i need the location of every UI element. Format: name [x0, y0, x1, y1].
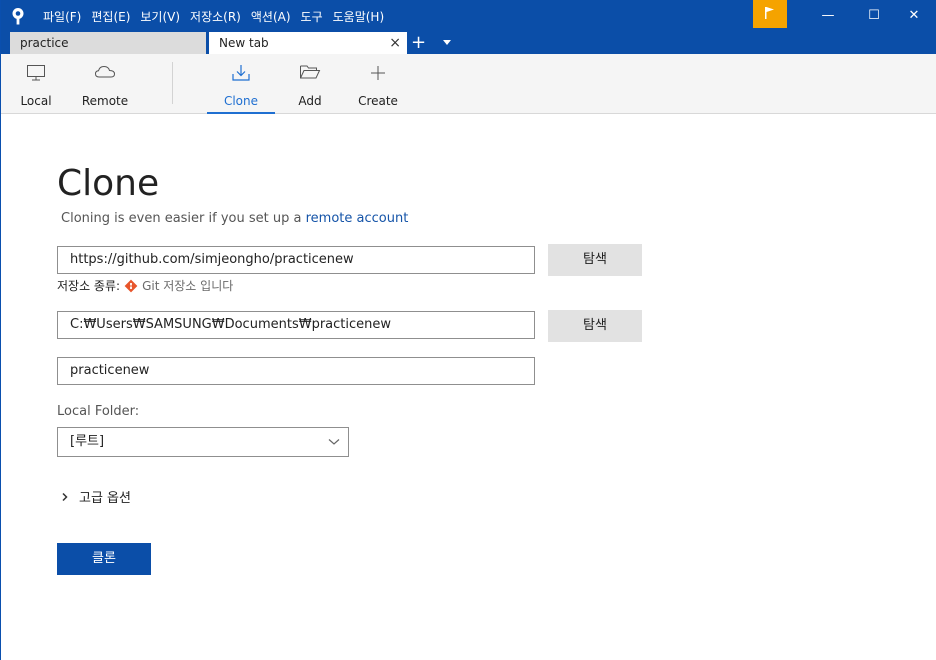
- flag-icon: [765, 7, 774, 19]
- menu-file[interactable]: 파일(F): [43, 8, 81, 25]
- clone-panel: Clone Cloning is even easier if you set …: [1, 115, 936, 660]
- remote-button[interactable]: Remote: [77, 54, 133, 114]
- minimize-button[interactable]: —: [805, 0, 851, 32]
- advanced-options-toggle[interactable]: 고급 옵션: [61, 487, 131, 506]
- create-button[interactable]: Create: [353, 54, 403, 114]
- notification-flag-button[interactable]: [753, 0, 787, 28]
- close-tab-icon[interactable]: ×: [389, 32, 401, 54]
- destination-path-input[interactable]: C:₩Users₩SAMSUNG₩Documents₩practicenew: [57, 311, 535, 339]
- add-label: Add: [298, 94, 322, 108]
- tab-label: New tab: [219, 36, 269, 50]
- tab-practice[interactable]: practice: [10, 32, 206, 54]
- source-url-input[interactable]: https://github.com/simjeongho/practicene…: [57, 246, 535, 274]
- browse-source-button[interactable]: 탐색: [548, 244, 642, 276]
- local-label: Local: [20, 94, 52, 108]
- remote-account-link[interactable]: remote account: [306, 211, 409, 226]
- menu-tools[interactable]: 도구: [301, 8, 323, 25]
- folder-icon: [300, 65, 321, 79]
- menu-actions[interactable]: 액션(A): [251, 8, 291, 25]
- local-folder-value: [루트]: [70, 434, 105, 449]
- tab-list-dropdown-icon[interactable]: [443, 40, 451, 45]
- clone-label: Clone: [223, 94, 259, 108]
- toolbar-divider: [172, 62, 173, 104]
- tab-strip: practice New tab × +: [1, 32, 936, 54]
- repo-type-label: 저장소 종류:: [57, 279, 121, 293]
- menu-repository[interactable]: 저장소(R): [190, 8, 241, 25]
- sourcetree-window: 파일(F) 편집(E) 보기(V) 저장소(R) 액션(A) 도구 도움말(H)…: [0, 0, 936, 660]
- close-window-button[interactable]: ✕: [891, 0, 936, 32]
- menu-edit[interactable]: 편집(E): [91, 8, 130, 25]
- menu-view[interactable]: 보기(V): [140, 8, 180, 25]
- create-label: Create: [358, 94, 398, 108]
- page-title: Clone: [57, 163, 160, 204]
- plus-icon: [371, 66, 385, 80]
- chevron-right-icon: [62, 492, 68, 501]
- advanced-options-label: 고급 옵션: [79, 491, 131, 506]
- active-tab-indicator: [207, 112, 275, 114]
- clone-button[interactable]: Clone: [207, 54, 275, 114]
- clone-submit-button[interactable]: 클론: [57, 543, 151, 575]
- download-icon: [232, 65, 250, 81]
- cloud-icon: [94, 65, 116, 78]
- tab-label: practice: [20, 36, 69, 50]
- local-folder-label: Local Folder:: [57, 404, 140, 419]
- remote-label: Remote: [81, 94, 129, 108]
- chevron-down-icon: [328, 439, 340, 445]
- menu-bar: 파일(F) 편집(E) 보기(V) 저장소(R) 액션(A) 도구 도움말(H): [43, 0, 394, 32]
- local-folder-select[interactable]: [루트]: [57, 427, 349, 457]
- monitor-icon: [27, 65, 45, 81]
- git-icon: [124, 279, 138, 292]
- toolbar: Local Remote Clone Add Create: [1, 54, 936, 114]
- title-bar: 파일(F) 편집(E) 보기(V) 저장소(R) 액션(A) 도구 도움말(H)…: [1, 0, 936, 32]
- local-button[interactable]: Local: [16, 54, 56, 114]
- repo-type-value: Git 저장소 입니다: [142, 279, 234, 293]
- browse-destination-button[interactable]: 탐색: [548, 310, 642, 342]
- subtitle: Cloning is even easier if you set up a r…: [61, 211, 408, 226]
- tab-new-tab[interactable]: New tab ×: [209, 32, 407, 54]
- menu-help[interactable]: 도움말(H): [333, 8, 385, 25]
- repository-name-input[interactable]: practicenew: [57, 357, 535, 385]
- repository-type: 저장소 종류: Git 저장소 입니다: [57, 277, 233, 294]
- add-tab-button[interactable]: +: [411, 32, 426, 54]
- sourcetree-logo-icon: [12, 8, 24, 25]
- add-button[interactable]: Add: [290, 54, 330, 114]
- subtitle-text: Cloning is even easier if you set up a: [61, 211, 306, 226]
